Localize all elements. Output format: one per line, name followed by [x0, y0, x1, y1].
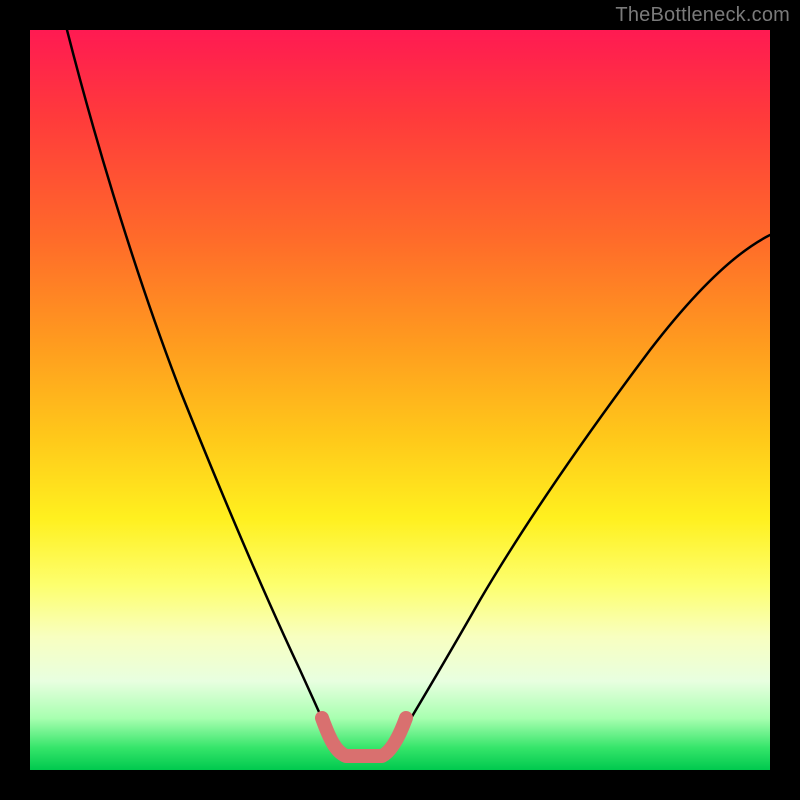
watermark-text: TheBottleneck.com: [615, 4, 790, 27]
plot-area: [30, 30, 770, 770]
curve-layer: [30, 30, 770, 770]
left-curve-line: [67, 30, 336, 750]
floor-band-highlight: [322, 718, 406, 756]
chart-frame: TheBottleneck.com: [0, 0, 800, 800]
right-curve-line: [392, 235, 770, 750]
